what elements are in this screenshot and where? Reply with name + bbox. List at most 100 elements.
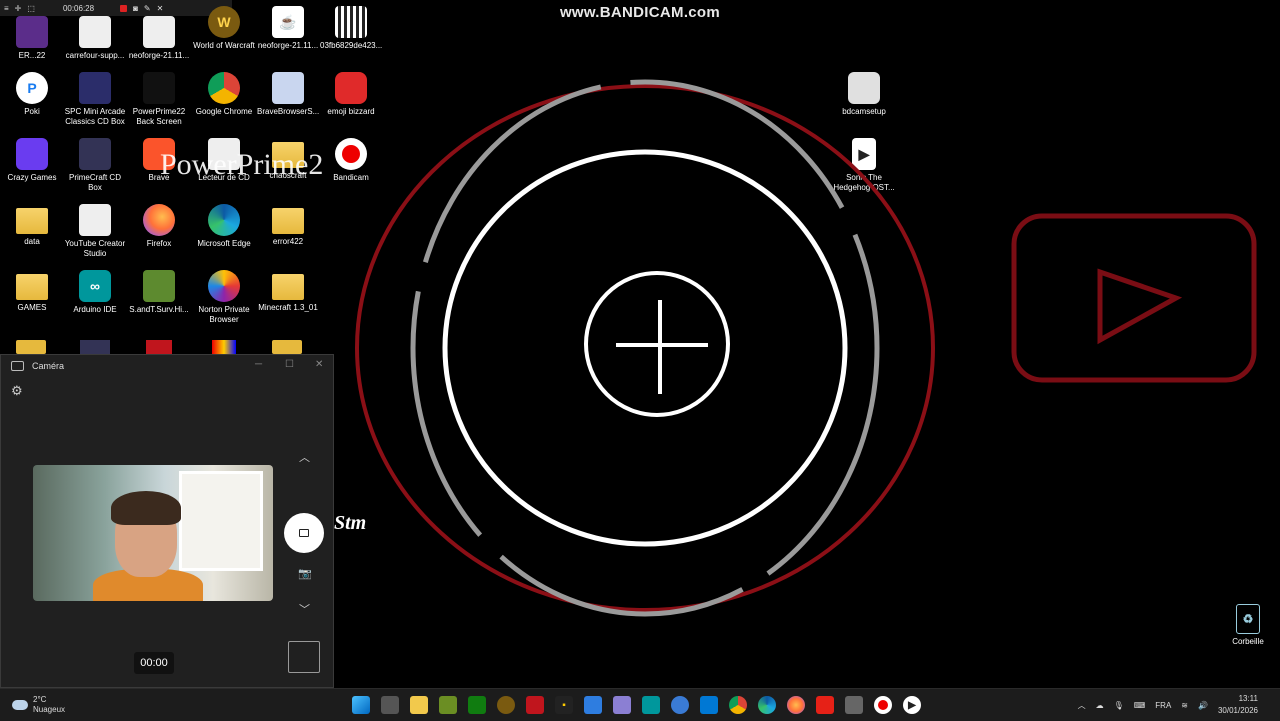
wifi-icon[interactable]: ≋ (1181, 701, 1188, 710)
powerprime-overlay-text: PowerPrime2 (160, 148, 324, 181)
media-player-icon[interactable]: ▶ (903, 696, 921, 714)
camera-icon[interactable]: ◙ (133, 4, 138, 13)
onedrive-icon[interactable]: ☁ (1096, 701, 1104, 710)
app-icon (16, 16, 48, 48)
desktop-icon-sandt[interactable]: S.andT.Surv.Hi... (128, 270, 190, 315)
preview-window-bg (179, 471, 263, 571)
desktop-icon-firefox[interactable]: Firefox (128, 204, 190, 249)
folder-icon (272, 208, 304, 234)
chrome-icon (208, 72, 240, 104)
folder-icon (16, 208, 48, 234)
minecraft-block-icon (143, 270, 175, 302)
microphone-icon[interactable]: 🎙 (1114, 701, 1124, 710)
desktop-icon-neoforge-1[interactable]: neoforge-21.11... (128, 16, 190, 61)
photo-mode-icon[interactable]: 📷 (298, 567, 312, 580)
stop-recording-icon[interactable] (120, 4, 128, 12)
desktop-icon-wow[interactable]: W World of Warcraft (193, 6, 255, 51)
last-capture-thumbnail[interactable] (288, 641, 320, 673)
taskbar: 2°C Nuageux ▪ ▶ ︿ ☁ 🎙 ⌨ FRA ≋ 🔊 13:11 30… (0, 688, 1280, 721)
language-indicator[interactable]: FRA (1155, 701, 1171, 710)
chevron-up-icon[interactable]: ︿ (299, 449, 310, 465)
preview-person-hair (111, 491, 181, 525)
firefox-icon (143, 204, 175, 236)
paint-icon[interactable]: ▪ (555, 696, 573, 714)
desktop-icon-error422[interactable]: error422 (257, 204, 319, 247)
menu-icon[interactable]: ≡ (4, 4, 9, 13)
desktop-icon-partial-row (16, 340, 316, 354)
clock-date: 30/01/2026 (1217, 706, 1258, 715)
chevron-down-icon[interactable]: ﹀ (299, 601, 310, 617)
desktop-icon-crazygames[interactable]: Crazy Games (1, 138, 63, 183)
poki-icon: P (16, 72, 48, 104)
desktop-icon-arduino[interactable]: ∞ Arduino IDE (64, 270, 126, 315)
close-window-icon[interactable]: ✕ (315, 359, 323, 370)
folder-icon (272, 274, 304, 300)
clock[interactable]: 13:11 30/01/2026 (1218, 693, 1258, 717)
camera-window[interactable]: Caméra ─ ☐ ✕ ⚙ ︿ 📷 ﹀ 00:00 (0, 354, 334, 688)
desktop-icon-games[interactable]: GAMES (1, 270, 63, 313)
bandicam-taskbar-icon[interactable] (874, 696, 892, 714)
youtube-logo-icon (1011, 213, 1257, 383)
pencil-icon[interactable]: ✎ (144, 4, 151, 13)
chevron-up-tray-icon[interactable]: ︿ (1078, 700, 1086, 711)
image-icon (335, 6, 367, 38)
white-ring (442, 149, 848, 547)
camera-taskbar-icon[interactable] (845, 696, 863, 714)
volume-icon[interactable]: 🔊 (1198, 701, 1208, 710)
youtube-taskbar-icon[interactable] (816, 696, 834, 714)
wow-icon: W (208, 6, 240, 38)
crazy-games-icon (16, 138, 48, 170)
desktop-icon-er[interactable]: ER...22 (1, 16, 63, 61)
minimize-icon[interactable]: ─ (255, 359, 262, 370)
file-icon (79, 16, 111, 48)
desktop-icon-powerprime22[interactable]: PowerPrime22 Back Screen (128, 72, 190, 127)
notification-icon[interactable] (1268, 696, 1272, 714)
desktop-icon-data[interactable]: data (1, 204, 63, 247)
camera-title: Caméra (32, 361, 65, 371)
weather-widget[interactable]: 2°C Nuageux (12, 695, 65, 715)
norton-icon (208, 270, 240, 302)
desktop-icon-norton[interactable]: Norton Private Browser (193, 270, 255, 325)
maximize-icon[interactable]: ☐ (285, 359, 294, 370)
store-icon[interactable] (584, 696, 602, 714)
task-view-icon[interactable] (381, 696, 399, 714)
brave-taskbar-icon[interactable] (526, 696, 544, 714)
weather-desc: Nuageux (33, 705, 66, 714)
dev-tool-icon[interactable] (613, 696, 631, 714)
close-icon[interactable]: ✕ (157, 4, 164, 13)
desktop-icon-spc[interactable]: SPC Mini Arcade Classics CD Box (64, 72, 126, 127)
video-record-button[interactable] (284, 513, 324, 553)
keyboard-icon[interactable]: ⌨ (1134, 701, 1146, 710)
wow-taskbar-icon[interactable] (497, 696, 515, 714)
taskbar-apps: ▪ ▶ (352, 696, 921, 714)
desktop-icon-yt-studio[interactable]: YouTube Creator Studio (64, 204, 126, 259)
file-icon (143, 16, 175, 48)
region-icon[interactable]: ⬚ (27, 4, 35, 13)
image-icon (143, 72, 175, 104)
arduino-taskbar-icon[interactable] (642, 696, 660, 714)
vscode-icon[interactable] (700, 696, 718, 714)
desktop-icon-carrefour[interactable]: carrefour-supp... (64, 16, 126, 61)
camera-titlebar[interactable]: Caméra (1, 355, 333, 377)
xbox-icon[interactable] (468, 696, 486, 714)
edge-taskbar-icon[interactable] (758, 696, 776, 714)
browser-blue-icon[interactable] (671, 696, 689, 714)
firefox-taskbar-icon[interactable] (787, 696, 805, 714)
arduino-icon: ∞ (79, 270, 111, 302)
file-explorer-icon[interactable] (410, 696, 428, 714)
desktop-icon-chrome[interactable]: Google Chrome (193, 72, 255, 117)
settings-gear-icon[interactable]: ⚙ (11, 383, 23, 399)
desktop-icon-bravesetup[interactable]: BraveBrowserS... (257, 72, 319, 117)
crosshair-icon[interactable]: ✛ (15, 4, 22, 13)
desktop-icon-edge[interactable]: Microsoft Edge (193, 204, 255, 249)
desktop-icon-neoforge-2[interactable]: ☕ neoforge-21.11... (257, 6, 319, 51)
desktop-icon-recycle-bin[interactable]: ♻ Corbeille (1217, 604, 1279, 647)
desktop-icon-poki[interactable]: P Poki (1, 72, 63, 117)
desktop-icon-03fb[interactable]: 03fb6829de423... (320, 6, 382, 51)
minecraft-icon[interactable] (439, 696, 457, 714)
desktop-icon-primecraft[interactable]: PrimeCraft CD Box (64, 138, 126, 193)
grey-ring (410, 79, 880, 617)
start-icon[interactable] (352, 696, 370, 714)
chrome-taskbar-icon[interactable] (729, 696, 747, 714)
desktop-icon-minecraft[interactable]: Minecraft 1.3_01 (257, 270, 319, 313)
